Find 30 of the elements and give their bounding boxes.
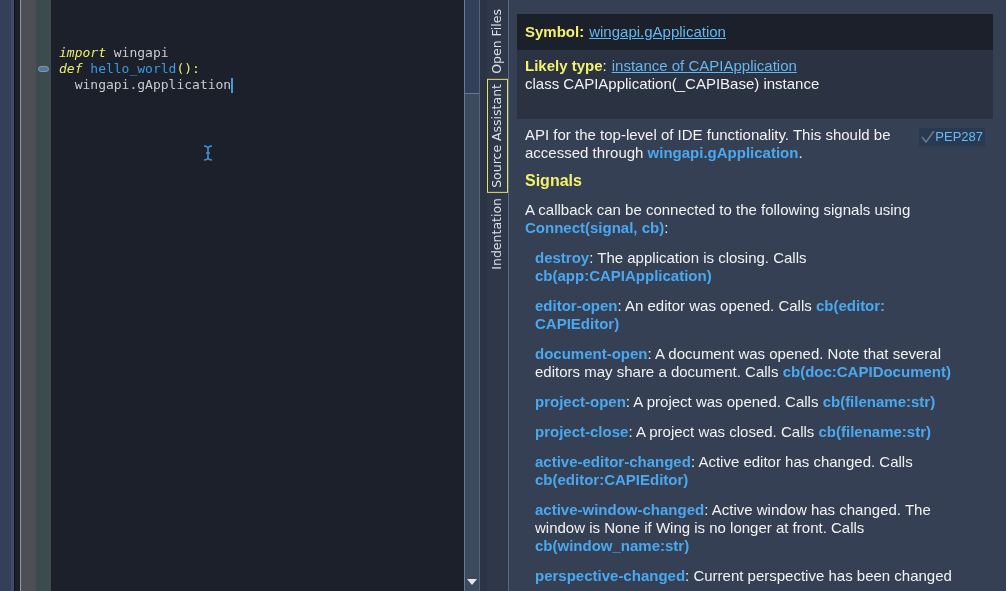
signal-entry: project-close: A project was closed. Calls cb(filename:str) [534,423,932,441]
signal-entry: destroy: The application is closing. Calls cb(app:CAPIApplication) [534,249,808,285]
scrollbar[interactable] [464,0,479,591]
badge-label: PEP287 [935,128,983,146]
scroll-thumb[interactable] [465,0,479,94]
signal-entry: document-open: A document was opened. Note that several editors may share a document. Calls cb(doc:CAPIDocument) [534,345,952,381]
signal-entry: perspective-changed: Current perspective has been changed [534,567,953,585]
signal-entry: project-open: A project was opened. Calls cb(filename:str) [534,393,937,411]
signal-entry: active-editor-changed: Active editor has changed. Calls cb(editor:CAPIEditor) [534,453,914,489]
side-tab[interactable]: Indentation [487,192,508,275]
code-line: wingapi.gApplication [73,77,232,93]
description-text: API for the top-level of IDE functionality. This should be accessed through wingapi.gApplication. [525,126,892,162]
check-icon [921,131,936,143]
signal-entry: active-window-changed: Active window has changed. The window is None if Wing is no longer at front. Calls cb(window_name:str) [534,501,932,555]
scroll-down-icon[interactable] [467,579,477,585]
signal-entry: editor-open: An editor was opened. Calls cb(editor: CAPIEditor) [534,297,887,333]
type-link[interactable]: instance of CAPIApplication [611,57,797,75]
side-tab[interactable]: Source Assistant [487,78,508,193]
fold-marker-icon[interactable] [38,66,49,72]
symbol-label: Symbol: [525,23,585,40]
type-separator: : [602,57,607,75]
code-line: def hello_world(): [59,61,200,77]
code-line: import wingapi [59,45,169,61]
type-label: Likely type [525,57,603,75]
symbol-link[interactable]: wingapi.gApplication [589,23,726,40]
side-tab[interactable]: Open Files [487,4,508,79]
i-beam-cursor-icon [203,145,213,161]
signals-intro: A callback can be connected to the following signals using Connect(signal, cb): [525,201,912,237]
section-heading: Signals [525,172,583,190]
type-description: class CAPIApplication(_CAPIBase) instance [525,75,821,93]
